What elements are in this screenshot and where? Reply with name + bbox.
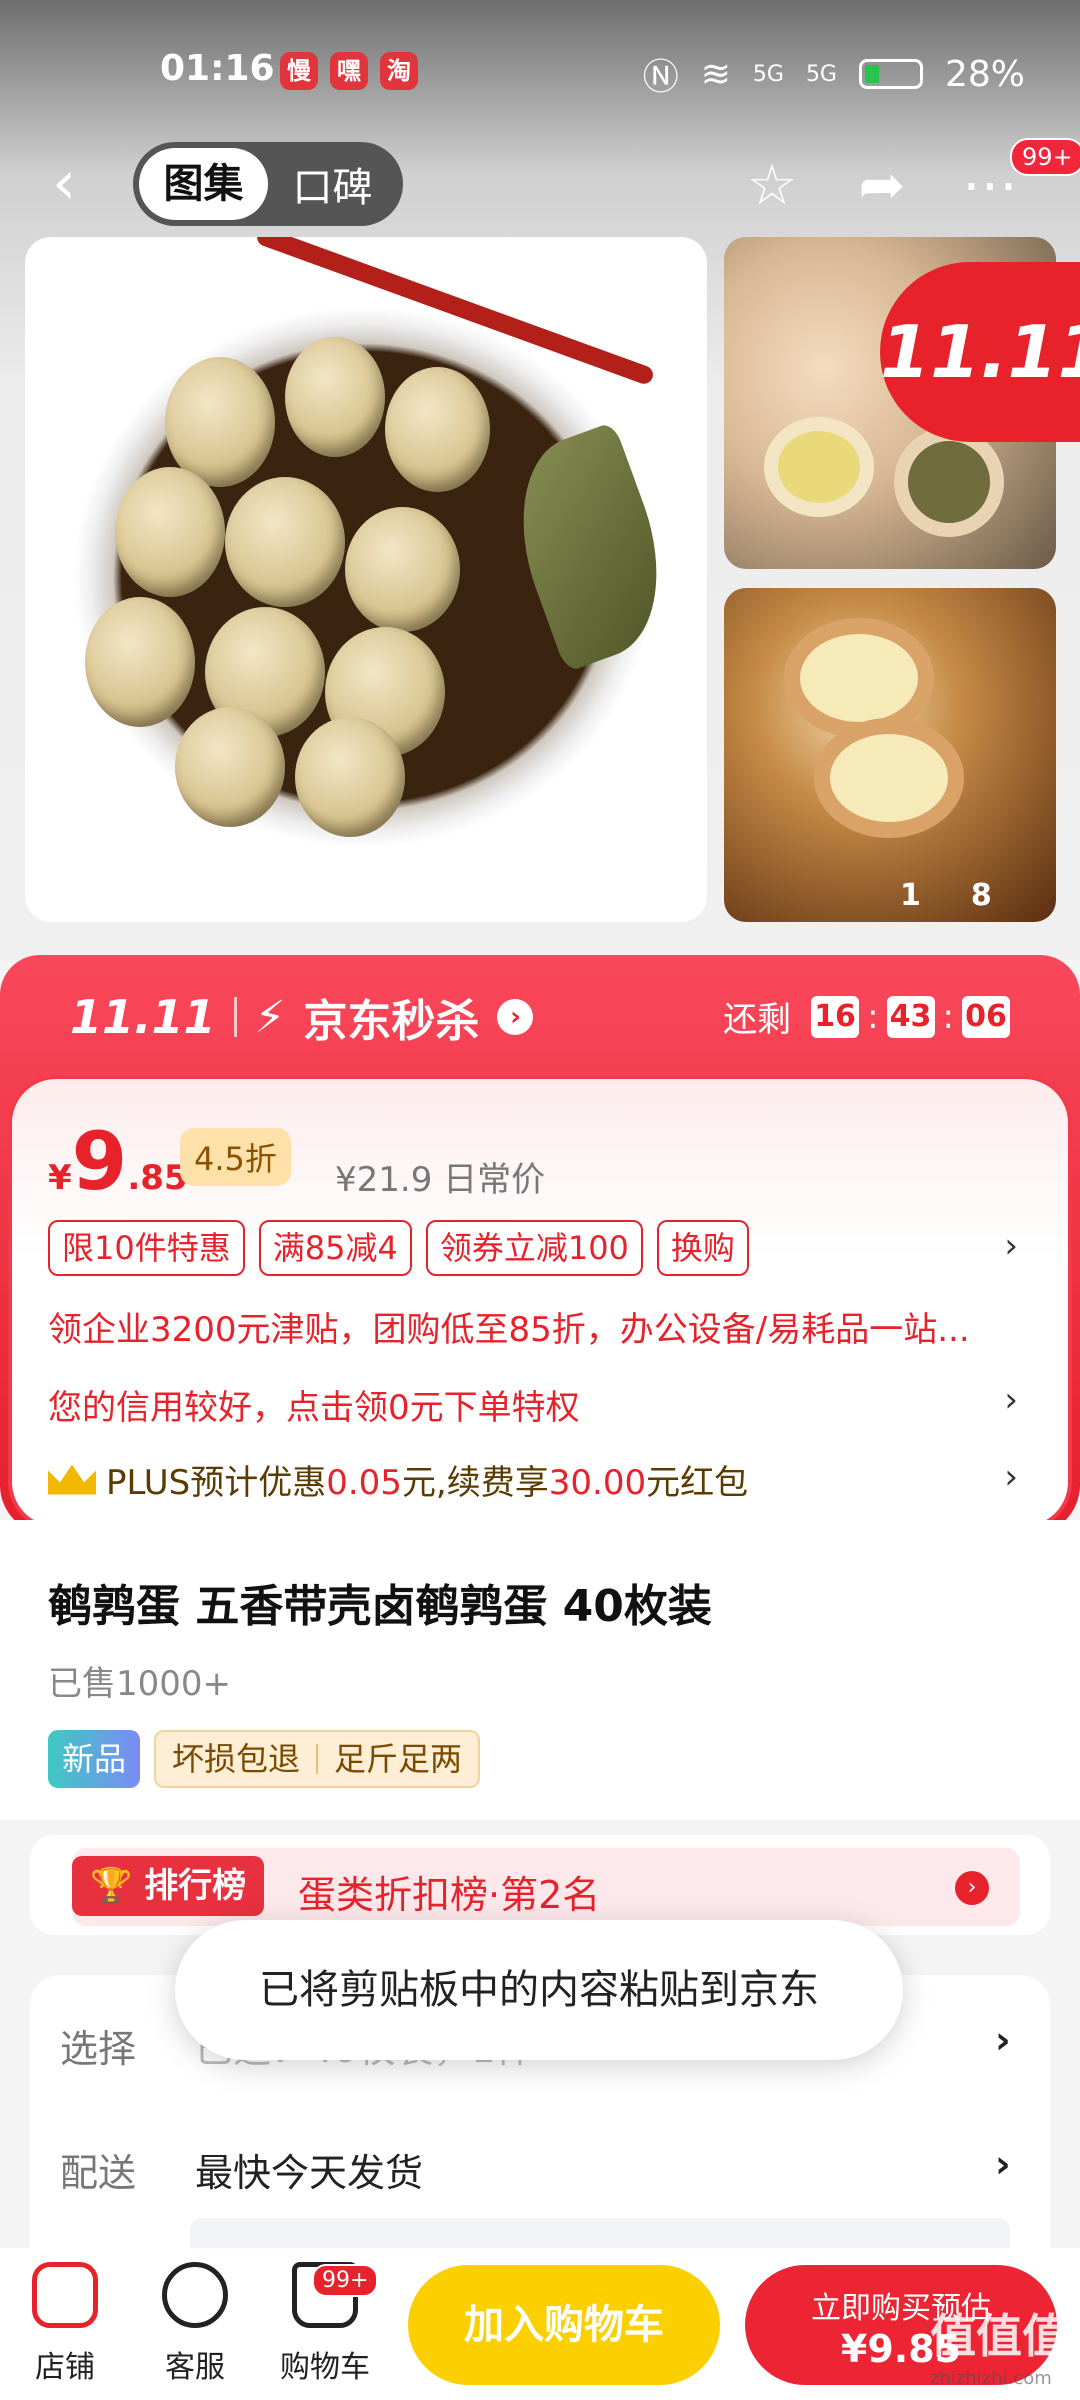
plus-middle: 元,续费享 [401, 1463, 549, 1503]
promo-tag[interactable]: 满85减4 [258, 1220, 412, 1276]
option-label-select: 选择 [60, 2027, 137, 2071]
yolk [814, 718, 964, 838]
double-eleven-badge: 11.11 [880, 262, 1080, 442]
product-chips: 新品 坏损包退 足斤足两 [48, 1730, 481, 1788]
chevron-right-icon[interactable]: › [995, 2142, 1011, 2186]
flash-sale-header[interactable]: 11.11 ⚡ 京东秒杀 › [70, 985, 534, 1049]
chevron-right-icon[interactable]: › [995, 2018, 1011, 2062]
price-decimal: .85 [127, 1158, 188, 1198]
status-right: Ⓝ ≋ 5G 5G 28% [643, 48, 1025, 100]
egg [85, 597, 195, 727]
wifi-icon: ≋ [700, 53, 731, 95]
countdown-label: 还剩 [723, 1000, 792, 1040]
favorite-star-icon[interactable]: ☆ [740, 154, 804, 218]
signal-icon: 5G [752, 61, 784, 87]
flash-sale-title: 京东秒杀 [303, 996, 480, 1047]
clipboard-toast: 已将剪贴板中的内容粘贴到京东 [175, 1920, 903, 2060]
egg [385, 367, 490, 492]
plus-discount[interactable]: PLUS预计优惠0.05元,续费享30.00元红包 [48, 1455, 748, 1504]
countdown-seconds: 06 [962, 995, 1010, 1038]
add-to-cart-button[interactable]: 加入购物车 [408, 2265, 720, 2385]
store-label: 店铺 [35, 2350, 95, 2385]
original-price: ¥21.9 日常价 [335, 1160, 546, 1200]
product-title: 鹌鹑蛋 五香带壳卤鹌鹑蛋 40枚装 [48, 1581, 712, 1632]
egg [225, 477, 345, 607]
app-icon-3: 淘 [380, 52, 418, 90]
ranking-badge-label: 排行榜 [144, 1866, 247, 1906]
service-chip: 足斤足两 [334, 1740, 463, 1778]
cart-label: 购物车 [280, 2350, 370, 2385]
discount-badge: 4.5折 [180, 1128, 291, 1186]
store-button[interactable]: 店铺 [15, 2262, 115, 2386]
option-value-delivery[interactable]: 最快今天发货 [195, 2142, 423, 2197]
promo-tag[interactable]: 限10件特惠 [48, 1220, 245, 1276]
thumbnail-image-2[interactable] [724, 588, 1056, 922]
new-badge: 新品 [48, 1730, 141, 1788]
app-icon-1: 慢 [280, 52, 318, 90]
chevron-right-icon[interactable]: › [1004, 1457, 1018, 1497]
credit-promo[interactable]: 您的信用较好，点击领0元下单特权 [48, 1380, 580, 1429]
plus-red-packet: 30.00 [548, 1463, 647, 1503]
service-label: 客服 [165, 2350, 225, 2385]
divider [316, 1744, 319, 1774]
price-currency: ¥ [48, 1158, 72, 1198]
promo-tags[interactable]: 限10件特惠 满85减4 领券立减100 换购 [48, 1220, 749, 1276]
enterprise-promo[interactable]: 领企业3200元津贴，团购低至85折，办公设备/易耗品一站... [48, 1302, 1008, 1351]
customer-service-icon [162, 2262, 228, 2328]
promo-tag[interactable]: 换购 [656, 1220, 749, 1276]
current-price: ¥9.85 [48, 1115, 188, 1208]
egg [285, 337, 385, 457]
main-product-image[interactable] [25, 237, 707, 922]
egg [345, 507, 460, 632]
arrow-right-icon: › [497, 999, 534, 1035]
app-icon-2: 嘿 [330, 52, 368, 90]
plus-amount: 0.05 [326, 1463, 402, 1503]
egg [175, 707, 285, 827]
chevron-right-icon[interactable]: › [1004, 1226, 1018, 1266]
signal2-icon: 5G [805, 61, 837, 87]
battery-percent: 28% [944, 53, 1025, 95]
service-chips[interactable]: 坏损包退 足斤足两 [154, 1730, 481, 1788]
status-time: 01:16 [160, 48, 275, 89]
sold-count: 已售1000+ [48, 1664, 232, 1704]
crown-icon [48, 1464, 96, 1495]
countdown-timer: 还剩 16: 43: 06 [723, 992, 1010, 1041]
option-label-delivery: 配送 [60, 2151, 137, 2195]
lightning-icon: ⚡ [254, 991, 286, 1043]
countdown-hours: 16 [811, 995, 860, 1038]
egg [295, 717, 405, 837]
promo-tag[interactable]: 领券立减100 [425, 1220, 643, 1276]
trophy-icon: 🏆 [90, 1866, 133, 1906]
store-icon [32, 2262, 98, 2328]
divider [233, 997, 237, 1037]
ranking-badge: 🏆 排行榜 [72, 1856, 265, 1916]
ranking-text: 蛋类折扣榜·第2名 [298, 1873, 601, 1917]
watermark: 值值值 [930, 2309, 1068, 2363]
top-nav: ‹ 图集 口碑 ☆ ➦ ⋯ [0, 140, 1080, 230]
tab-gallery[interactable]: 图集 [139, 148, 268, 220]
nfc-icon: Ⓝ [642, 57, 679, 98]
battery-icon [858, 59, 923, 89]
service-chip: 坏损包退 [172, 1740, 301, 1778]
back-arrow-icon[interactable]: ‹ [52, 153, 92, 213]
tab-reviews[interactable]: 口碑 [268, 155, 397, 213]
countdown-minutes: 43 [886, 995, 935, 1038]
price-integer: 9 [71, 1115, 128, 1208]
yolk [764, 417, 874, 517]
arrow-right-icon[interactable]: › [955, 1871, 989, 1905]
plus-suffix: 元红包 [646, 1463, 749, 1503]
customer-service-button[interactable]: 客服 [145, 2262, 245, 2386]
gallery-tabs: 图集 口碑 [133, 142, 403, 226]
cart-badge: 99+ [312, 2264, 379, 2297]
more-badge: 99+ [1010, 138, 1080, 176]
plus-prefix: PLUS预计优惠 [106, 1463, 327, 1503]
chevron-right-icon[interactable]: › [1004, 1380, 1018, 1420]
image-counter: 18 [900, 878, 1042, 913]
egg [115, 467, 225, 597]
double-eleven-logo: 11.11 [70, 990, 216, 1044]
share-icon[interactable]: ➦ [850, 154, 914, 218]
watermark-url: zhizhizhi.com [930, 2368, 1052, 2389]
yolk [894, 427, 1004, 537]
status-bar: 01:16 慢 嘿 淘 Ⓝ ≋ 5G 5G 28% [0, 40, 1080, 110]
